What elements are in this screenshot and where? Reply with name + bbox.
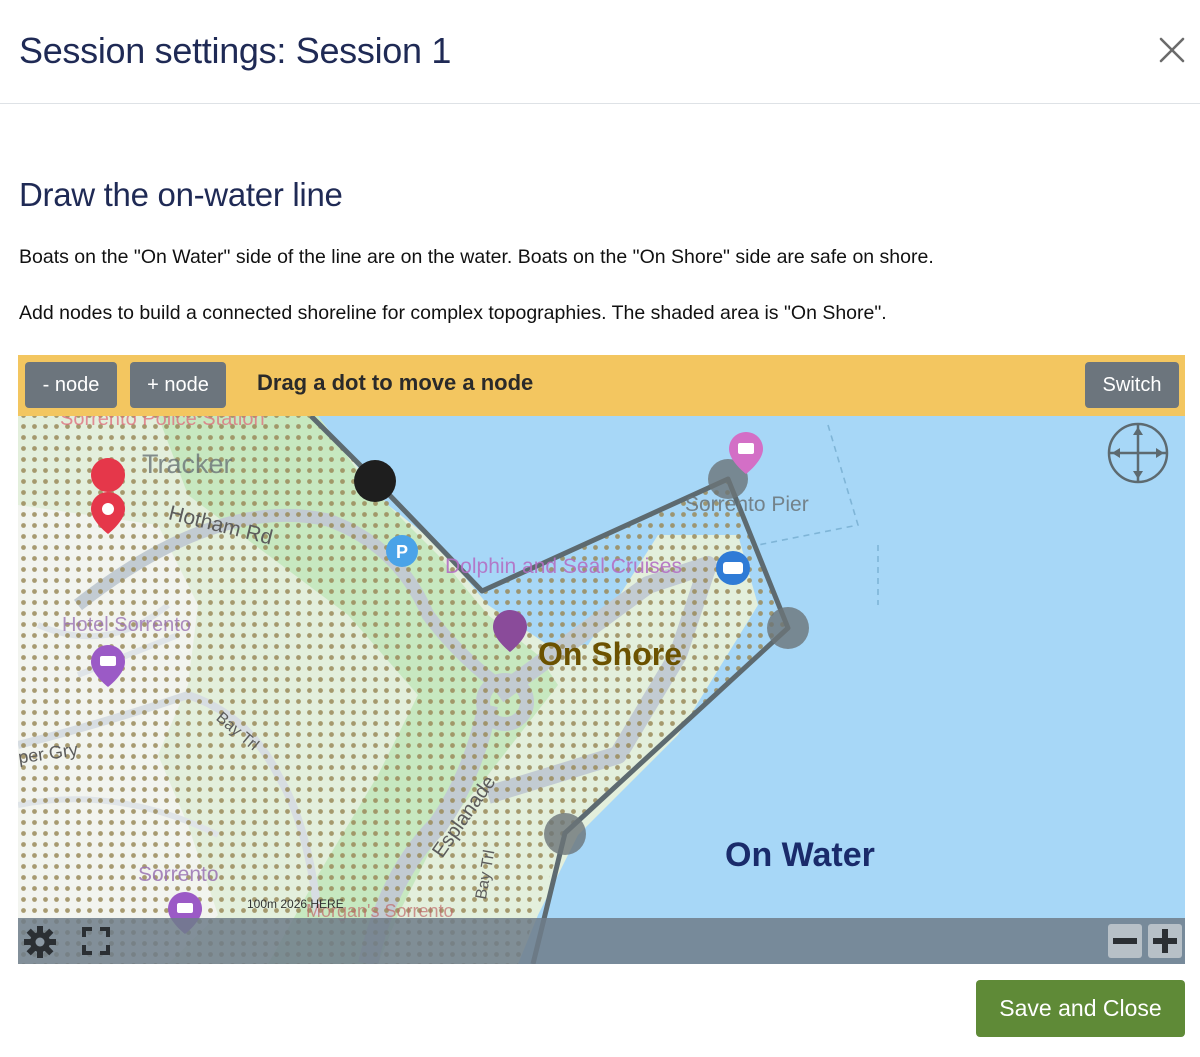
zone-label-on-water: On Water <box>725 836 875 874</box>
modal-title: Session settings: Session 1 <box>19 30 452 71</box>
close-button[interactable] <box>1154 32 1190 68</box>
zoom-out-button[interactable] <box>1108 924 1142 958</box>
map-scale: 100m 2026 HERE <box>247 897 344 911</box>
map-label-dolphin: Dolphin and Seal Cruises <box>445 555 682 578</box>
node-handle[interactable] <box>767 607 809 649</box>
compass-control[interactable] <box>1106 421 1170 485</box>
node-handle[interactable] <box>544 813 586 855</box>
map-settings-button[interactable] <box>22 924 58 960</box>
fullscreen-button[interactable] <box>80 925 112 957</box>
map-label-hotel: Hotel Sorrento <box>62 614 191 636</box>
instructions-paragraph-nodes: Add nodes to build a connected shoreline… <box>19 302 887 324</box>
switch-button[interactable]: Switch <box>1085 362 1179 408</box>
add-node-button[interactable]: + node <box>130 362 226 408</box>
map-label-sorrento: Sorrento <box>138 863 219 886</box>
map-label-pier: Sorrento Pier <box>685 493 809 516</box>
map-label-tracker: Tracker <box>142 449 233 479</box>
toolbar-hint: Drag a dot to move a node <box>257 370 534 395</box>
compass-icon <box>1107 422 1169 484</box>
node-handle[interactable] <box>354 460 396 502</box>
save-and-close-button[interactable]: Save and Close <box>976 980 1185 1037</box>
zoom-in-button[interactable] <box>1148 924 1182 958</box>
modal-header: Session settings: Session 1 <box>0 0 1200 104</box>
gear-icon <box>24 926 56 958</box>
map-toolbar: - node + node Drag a dot to move a node … <box>18 355 1185 416</box>
section-title: Draw the on-water line <box>19 176 343 213</box>
fullscreen-icon <box>82 927 110 955</box>
map[interactable]: P Sorrento Police Station Tracker Hotham… <box>18 355 1185 964</box>
instructions-paragraph: Boats on the "On Water" side of the line… <box>19 246 934 268</box>
svg-text:P: P <box>396 542 408 562</box>
map-footer-bar <box>18 918 1185 964</box>
minus-icon <box>1108 924 1142 958</box>
zone-label-on-shore: On Shore <box>538 636 682 672</box>
close-icon <box>1159 37 1185 63</box>
remove-node-button[interactable]: - node <box>25 362 117 408</box>
plus-icon <box>1148 924 1182 958</box>
map-canvas[interactable]: P Sorrento Police Station Tracker Hotham… <box>18 355 1185 964</box>
